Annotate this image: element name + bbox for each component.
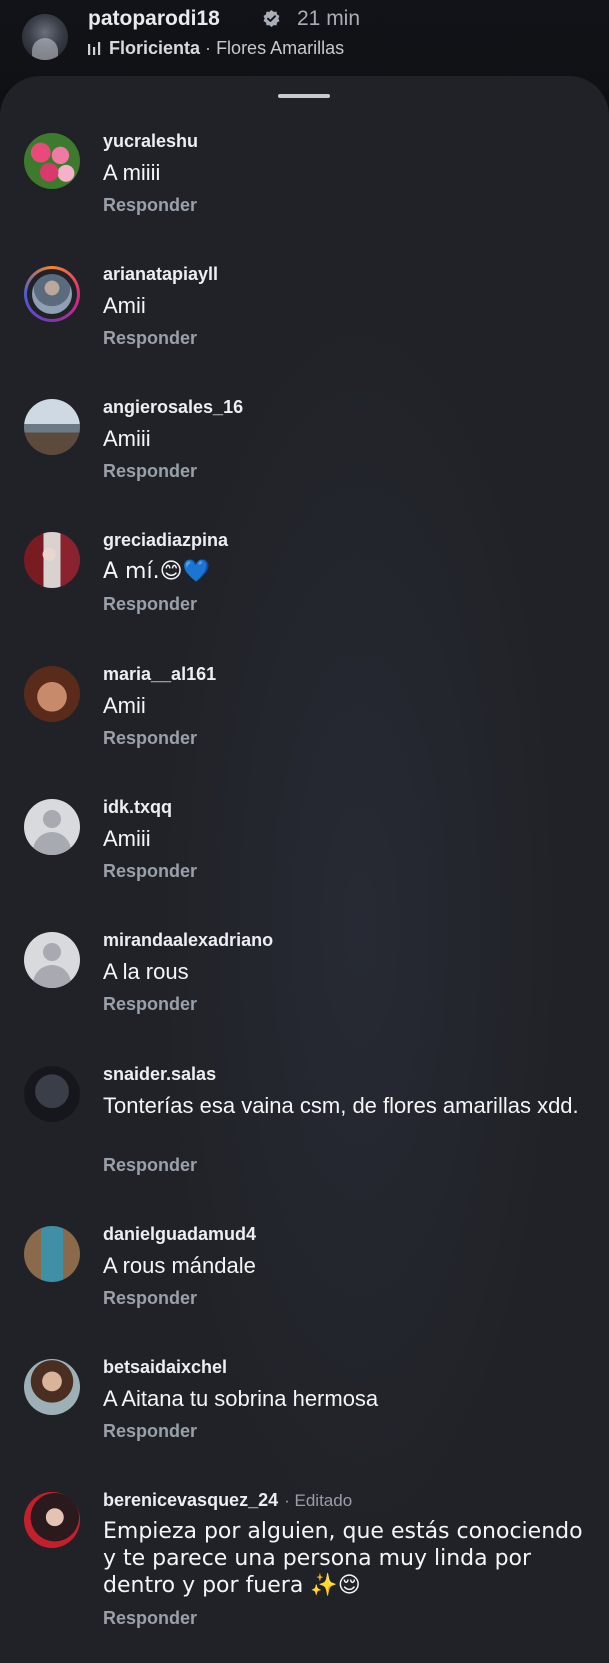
comment-text: Amii <box>103 293 146 318</box>
background-story-overlay <box>150 276 570 1576</box>
comment-text: Amiii <box>103 826 151 851</box>
comment-text: A Aitana tu sobrina hermosa <box>103 1386 379 1411</box>
post-author-avatar[interactable] <box>22 14 68 60</box>
comment-username[interactable]: danielguadamud4 <box>103 1224 256 1245</box>
reply-button[interactable]: Responder <box>103 1421 197 1442</box>
shop-avatar[interactable] <box>24 1226 80 1282</box>
edited-label: · Editado <box>284 1491 353 1510</box>
comment-username[interactable]: maria__al161 <box>103 664 216 685</box>
comment-username-row: berenicevasquez_24 · Editado <box>103 1490 352 1511</box>
comment-text: Empieza por alguien, que estás conociend… <box>103 1519 583 1598</box>
dark-avatar[interactable] <box>24 1066 80 1122</box>
comment-username[interactable]: arianatapiayll <box>103 264 218 285</box>
comments-sheet[interactable]: yucraleshu A miiii Responder arianatapia… <box>0 76 609 1663</box>
reply-button[interactable]: Responder <box>103 994 197 1015</box>
reply-button[interactable]: Responder <box>103 195 197 216</box>
comment-text: Amii <box>103 693 146 718</box>
comment-text: A mí.😊💙 <box>103 559 210 584</box>
woman-avatar[interactable] <box>24 1359 80 1415</box>
music-bars-icon <box>88 42 101 55</box>
comment-username[interactable]: mirandaalexadriano <box>103 930 273 951</box>
comment-text: A rous mándale <box>103 1253 256 1278</box>
comment-text: A miiii <box>103 160 161 185</box>
comment-text: A la rous <box>103 959 189 984</box>
landscape-avatar[interactable] <box>24 399 80 455</box>
post-time: 21 min <box>297 7 361 30</box>
reply-button[interactable]: Responder <box>103 1288 197 1309</box>
post-music[interactable]: Floricienta · Flores Amarillas <box>109 38 344 59</box>
reply-button[interactable]: Responder <box>103 728 197 749</box>
reply-button[interactable]: Responder <box>103 594 197 615</box>
comment-text: Tonterías esa vaina csm, de flores amari… <box>103 1093 579 1118</box>
photo-avatar[interactable] <box>24 532 80 588</box>
song-artist: Flores Amarillas <box>216 38 345 58</box>
comment-username[interactable]: snaider.salas <box>103 1064 216 1085</box>
verified-icon <box>263 9 280 28</box>
story-ring-avatar[interactable] <box>24 266 80 322</box>
sheet-drag-handle[interactable] <box>278 94 330 98</box>
post-username[interactable]: patoparodi18 <box>88 7 220 31</box>
default-avatar[interactable] <box>24 799 80 855</box>
reply-button[interactable]: Responder <box>103 461 197 482</box>
hand-avatar[interactable] <box>24 666 80 722</box>
avatar-photo <box>32 274 72 314</box>
reply-button[interactable]: Responder <box>103 861 197 882</box>
comment-username[interactable]: greciadiazpina <box>103 530 228 551</box>
comment-username[interactable]: angierosales_16 <box>103 397 243 418</box>
woman-avatar[interactable] <box>24 1492 80 1548</box>
comment-text: Amiii <box>103 426 151 451</box>
comment-username[interactable]: betsaidaixchel <box>103 1357 227 1378</box>
reply-button[interactable]: Responder <box>103 1608 197 1629</box>
reply-button[interactable]: Responder <box>103 1155 197 1176</box>
song-title: Floricienta <box>109 38 201 58</box>
flowers-avatar[interactable] <box>24 133 80 189</box>
comment-username[interactable]: yucraleshu <box>103 131 198 152</box>
reply-button[interactable]: Responder <box>103 328 197 349</box>
default-avatar[interactable] <box>24 932 80 988</box>
comment-username[interactable]: berenicevasquez_24 <box>103 1490 278 1510</box>
comment-username[interactable]: idk.txqq <box>103 797 172 818</box>
music-separator: · <box>205 38 212 58</box>
